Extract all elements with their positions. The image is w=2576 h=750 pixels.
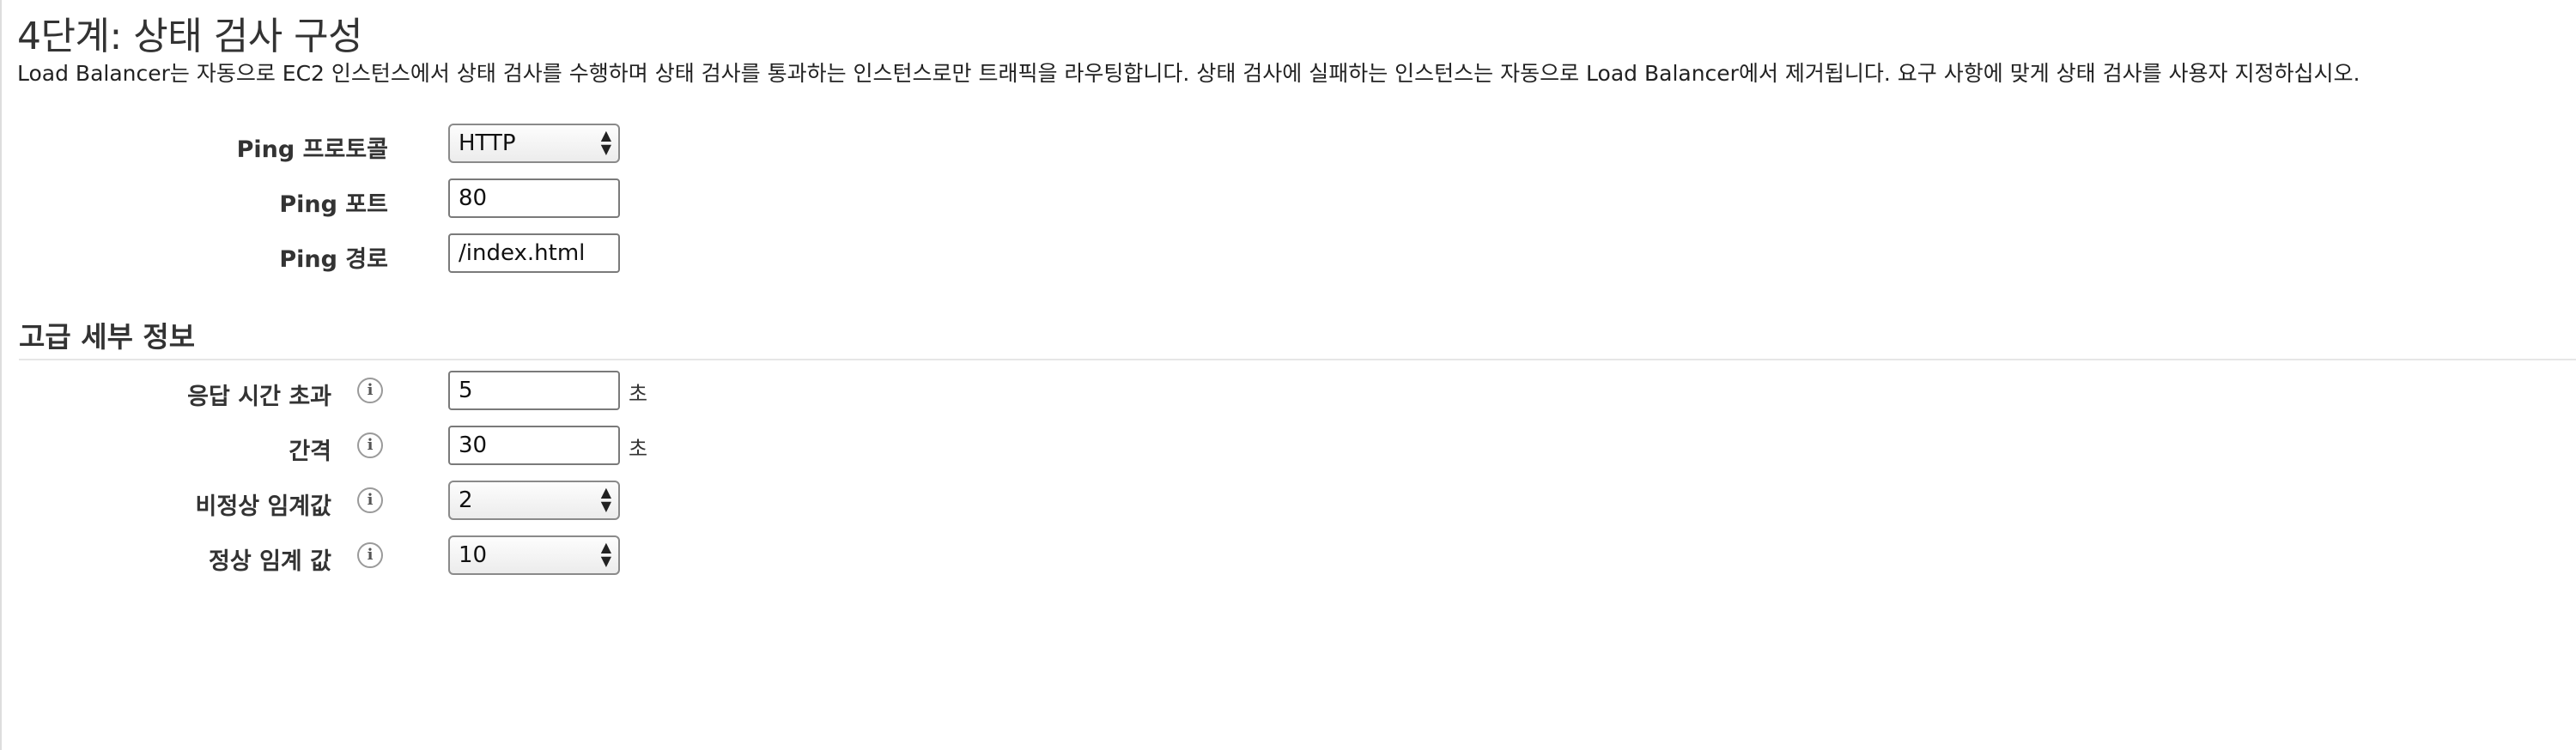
ping-protocol-select[interactable]: HTTP ▲ ▼ [448, 124, 620, 163]
ping-port-row: Ping 포트 [2, 178, 775, 220]
healthy-threshold-label: 정상 임계 값 [209, 548, 331, 575]
ping-protocol-row: Ping 프로토콜 HTTP ▲ ▼ [2, 124, 775, 165]
interval-row: 간격 i 초 [2, 426, 775, 467]
interval-label: 간격 [289, 439, 331, 465]
section-divider [19, 359, 2576, 360]
page-title: 4단계: 상태 검사 구성 [17, 15, 363, 58]
healthy-threshold-value: 10 [459, 542, 488, 568]
response-timeout-unit: 초 [629, 382, 648, 406]
response-timeout-input[interactable] [448, 371, 620, 410]
interval-unit: 초 [629, 437, 648, 461]
ping-port-input[interactable] [448, 178, 620, 218]
info-icon[interactable]: i [357, 378, 383, 403]
advanced-details-heading: 고급 세부 정보 [19, 320, 196, 354]
ping-protocol-label: Ping 프로토콜 [236, 136, 388, 163]
unhealthy-threshold-label: 비정상 임계값 [195, 493, 331, 520]
up-down-arrows-icon: ▲ ▼ [600, 484, 611, 514]
info-icon[interactable]: i [357, 432, 383, 458]
info-icon[interactable]: i [357, 542, 383, 568]
healthy-threshold-select[interactable]: 10 ▲ ▼ [448, 535, 620, 575]
ping-port-label: Ping 포트 [279, 191, 388, 218]
ping-path-row: Ping 경로 [2, 233, 775, 275]
unhealthy-threshold-value: 2 [459, 487, 473, 513]
info-icon[interactable]: i [357, 487, 383, 513]
unhealthy-threshold-row: 비정상 임계값 i 2 ▲ ▼ [2, 481, 775, 522]
ping-path-label: Ping 경로 [279, 246, 388, 273]
response-timeout-row: 응답 시간 초과 i 초 [2, 371, 775, 412]
up-down-arrows-icon: ▲ ▼ [600, 539, 611, 569]
ping-path-input[interactable] [448, 233, 620, 273]
interval-input[interactable] [448, 426, 620, 465]
ping-protocol-value: HTTP [459, 130, 516, 156]
page-description: Load Balancer는 자동으로 EC2 인스턴스에서 상태 검사를 수행… [17, 61, 2360, 86]
healthy-threshold-row: 정상 임계 값 i 10 ▲ ▼ [2, 535, 775, 577]
health-check-page: 4단계: 상태 검사 구성 Load Balancer는 자동으로 EC2 인스… [0, 0, 2576, 750]
up-down-arrows-icon: ▲ ▼ [600, 127, 611, 157]
response-timeout-label: 응답 시간 초과 [187, 384, 331, 410]
unhealthy-threshold-select[interactable]: 2 ▲ ▼ [448, 481, 620, 520]
